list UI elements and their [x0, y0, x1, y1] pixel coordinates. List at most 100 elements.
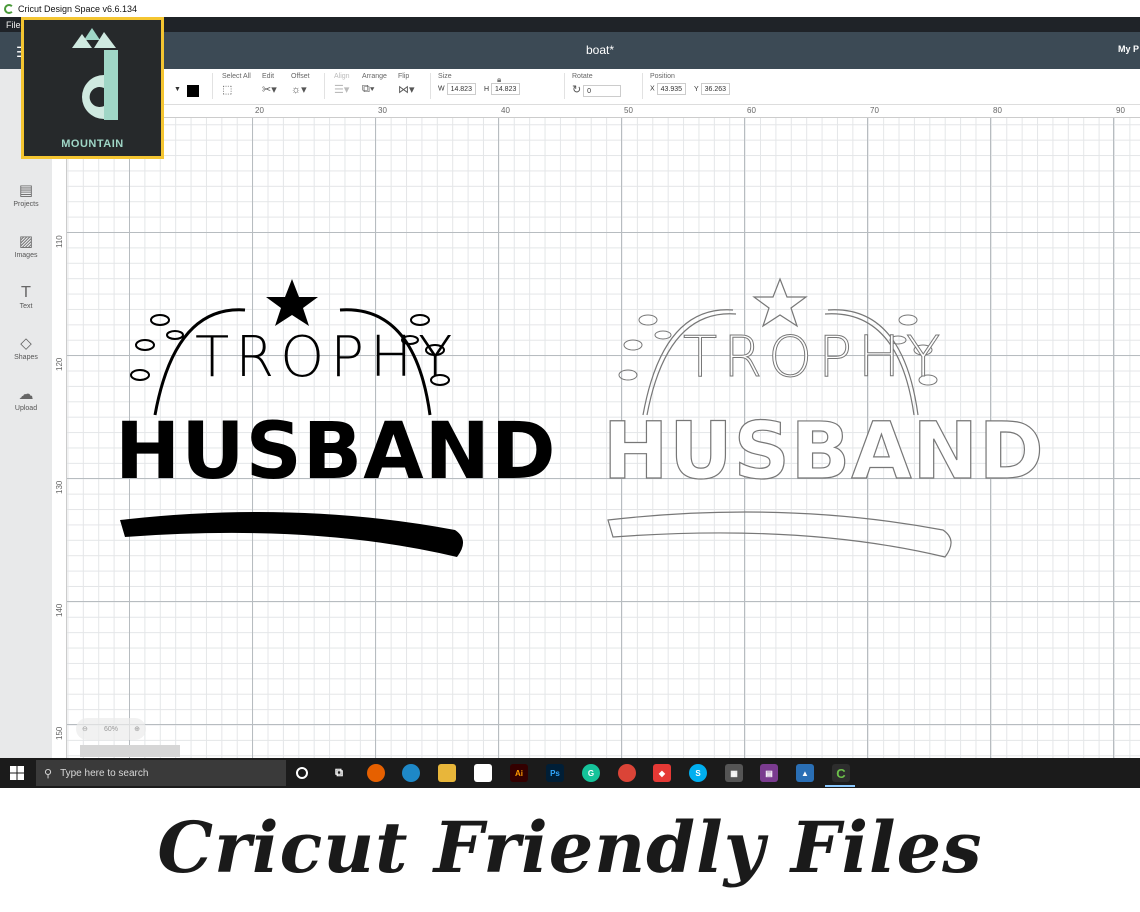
arrange-label: Arrange	[362, 73, 387, 80]
design-outline[interactable]: TROPHY HUSBAND	[602, 275, 1044, 560]
app-icon-red[interactable]: ◆	[653, 764, 671, 782]
position-group: Position X 43.935 Y 36.263	[650, 73, 731, 95]
cricut-taskbar-icon[interactable]: C	[832, 764, 850, 782]
color-swatch[interactable]	[187, 85, 199, 97]
upload-icon: ☁	[18, 385, 34, 403]
width-label: W	[438, 85, 445, 93]
ruler-tick-label: 50	[624, 106, 633, 115]
arrange-icon[interactable]: ⧉▾	[362, 83, 374, 96]
ruler-tick-label: 110	[55, 235, 64, 248]
toolbar-divider	[430, 73, 431, 99]
promo-footer: Cricut Friendly Files	[0, 788, 1140, 912]
window-title-bar: Cricut Design Space v6.6.134	[0, 0, 1140, 17]
taskbar-search-box[interactable]: ⚲ Type here to search	[36, 760, 286, 786]
select-all-icon[interactable]: ⬚	[222, 83, 232, 96]
grammarly-icon[interactable]: G	[582, 764, 600, 782]
cortana-icon[interactable]	[296, 767, 308, 779]
footer-heading: Cricut Friendly Files	[157, 806, 983, 889]
position-label: Position	[650, 73, 675, 80]
zoom-control[interactable]: ⊖ 60% ⊕	[76, 718, 146, 740]
images-icon: ▨	[18, 232, 34, 250]
select-all-group[interactable]: Select All ⬚	[222, 73, 251, 96]
my-projects-link[interactable]: My P	[1118, 44, 1140, 54]
offset-icon[interactable]: ☼▾	[291, 83, 307, 96]
sidebar-item-shapes[interactable]: ◇ Shapes	[0, 334, 52, 361]
align-label: Align	[334, 73, 350, 80]
rotate-icon: ↻	[572, 84, 582, 96]
size-label: Size	[438, 73, 452, 80]
menu-file[interactable]: File	[6, 20, 21, 30]
sidebar-item-label: Shapes	[14, 354, 38, 361]
sidebar-item-label: Upload	[14, 405, 38, 412]
align-icon[interactable]: ☰▾	[334, 83, 349, 96]
ruler-tick-label: 80	[993, 106, 1002, 115]
sidebar-item-label: Images	[14, 252, 38, 259]
text-icon: T	[21, 283, 31, 301]
design-line-1: TROPHY	[195, 325, 459, 390]
design-line-1-outline: TROPHY	[682, 325, 947, 390]
edit-group[interactable]: Edit ✂▾	[262, 73, 277, 96]
sidebar-item-images[interactable]: ▨ Images	[0, 232, 52, 259]
sidebar-item-text[interactable]: T Text	[0, 283, 52, 310]
screenshot-root: Cricut Design Space v6.6.134 File ☰ boat…	[0, 0, 1140, 912]
horizontal-scrollbar[interactable]	[80, 745, 180, 757]
zoom-in-icon[interactable]: ⊕	[134, 725, 140, 733]
search-placeholder: Type here to search	[60, 767, 149, 779]
ruler-tick-label: 60	[747, 106, 756, 115]
rotate-input[interactable]: 0	[583, 85, 622, 98]
flip-icon[interactable]: ⋈▾	[398, 83, 415, 96]
ruler-tick-label: 70	[870, 106, 879, 115]
zoom-out-icon[interactable]: ⊖	[82, 725, 88, 733]
search-icon: ⚲	[44, 767, 53, 780]
design-line-2: HUSBAND	[115, 407, 557, 497]
ruler-tick-label: 30	[378, 106, 387, 115]
skype-icon[interactable]: S	[689, 764, 707, 782]
file-explorer-icon[interactable]	[438, 764, 456, 782]
width-input[interactable]: 14.823	[446, 83, 476, 95]
design-solid[interactable]: TROPHY HUSBAND	[115, 275, 557, 560]
lock-icon[interactable]: 🔒︎	[497, 75, 501, 85]
rotate-group: Rotate ↻ 0	[572, 73, 622, 98]
calculator-icon[interactable]: ▦	[725, 764, 743, 782]
offset-group[interactable]: Offset ☼▾	[291, 73, 310, 96]
edit-tools-icon[interactable]: ✂▾	[262, 83, 277, 96]
select-all-label: Select All	[222, 73, 251, 80]
task-view-icon[interactable]: ⧉	[330, 764, 348, 782]
sidebar-item-label: Text	[19, 303, 33, 310]
linetype-dropdown-chevron-icon[interactable]: ▼	[174, 86, 181, 93]
shapes-icon: ◇	[20, 334, 32, 352]
logo-text: MOUNTAIN	[61, 138, 124, 150]
firefox-icon[interactable]	[367, 764, 385, 782]
ruler-tick-label: 140	[55, 603, 64, 617]
edit-toolbar: ▼ Select All ⬚ Edit ✂▾ Offset ☼▾ Align ☰…	[52, 69, 1140, 105]
align-group[interactable]: Align ☰▾	[334, 73, 350, 96]
toolbar-divider	[642, 73, 643, 99]
ruler-tick-label: 90	[1116, 106, 1125, 115]
y-position-input[interactable]: 36.263	[700, 83, 731, 95]
store-icon[interactable]	[474, 764, 492, 782]
left-sidebar: ⌂ Te ▤ Projects ▨ Images T Text ◇ Shapes…	[0, 69, 52, 759]
ruler-tick-label: 150	[55, 726, 64, 740]
archive-icon[interactable]: ▤	[760, 764, 778, 782]
menu-bar: File	[0, 17, 1140, 32]
x-position-input[interactable]: 43.935	[656, 83, 687, 95]
photoshop-icon[interactable]: Ps	[546, 764, 564, 782]
photos-icon[interactable]: ▲	[796, 764, 814, 782]
arrange-group[interactable]: Arrange ⧉▾	[362, 73, 387, 96]
ruler-tick-label: 120	[55, 357, 64, 371]
cricut-app-icon	[4, 3, 14, 14]
height-input[interactable]: 14.823	[490, 83, 521, 95]
size-group: Size W 14.823 H 14.823	[438, 73, 521, 95]
mountain-d-logo-graphic	[72, 28, 118, 120]
projects-icon: ▤	[18, 181, 34, 199]
sidebar-item-projects[interactable]: ▤ Projects	[0, 181, 52, 208]
windows-start-icon[interactable]	[10, 766, 24, 780]
app-header: ☰ boat* My P	[0, 32, 1140, 69]
flip-group[interactable]: Flip ⋈▾	[398, 73, 415, 96]
rotate-label: Rotate	[572, 73, 593, 80]
edge-icon[interactable]	[402, 764, 420, 782]
chrome-icon[interactable]	[618, 764, 636, 782]
flip-label: Flip	[398, 73, 410, 80]
sidebar-item-upload[interactable]: ☁ Upload	[0, 385, 52, 412]
illustrator-icon[interactable]: Ai	[510, 764, 528, 782]
